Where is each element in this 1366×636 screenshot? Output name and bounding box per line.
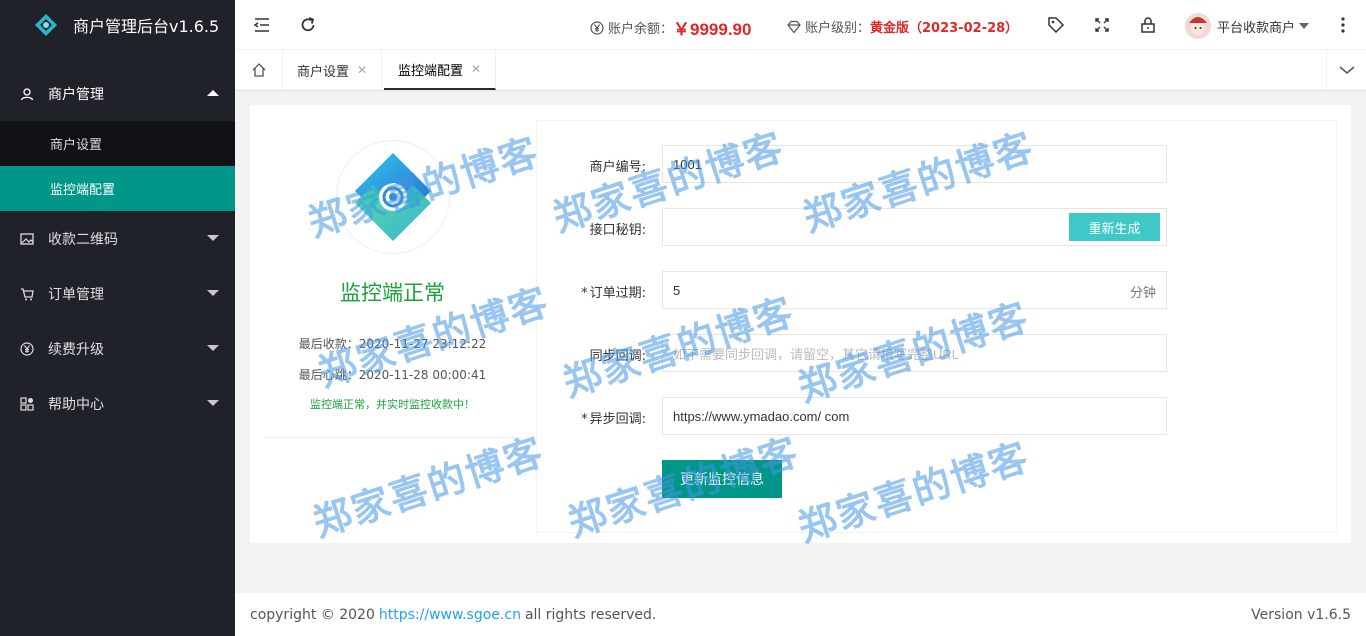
- async-callback-label: * 异步回调:: [566, 408, 646, 427]
- sidebar-subnav: 商户设置 监控端配置: [0, 121, 235, 211]
- more-vertical-icon[interactable]: [1333, 15, 1353, 35]
- apps-icon: [20, 396, 34, 411]
- sidebar-item-label: 收款二维码: [48, 231, 118, 248]
- async-callback-value: https://www.ymadao.com/ com: [673, 408, 850, 424]
- user-name: 平台收款商户: [1217, 20, 1296, 36]
- chevron-down-icon: [207, 400, 219, 406]
- sidebar: 商户管理后台v1.6.5 商户管理 商户设置 监控端配置 收款二维码 订单管理: [0, 0, 235, 636]
- sidebar-item-merchant[interactable]: 商户管理: [0, 66, 235, 121]
- refresh-icon[interactable]: [298, 15, 318, 35]
- sidebar-item-qrcode[interactable]: 收款二维码: [0, 211, 235, 266]
- yen-icon: [20, 341, 34, 356]
- close-icon[interactable]: ✕: [471, 62, 481, 76]
- merchant-id-field[interactable]: 1001: [662, 145, 1167, 183]
- merchant-id-label: 商户编号:: [589, 160, 646, 175]
- user-menu[interactable]: 平台收款商户: [1185, 13, 1310, 39]
- sync-callback-label: 同步回调:: [589, 349, 646, 364]
- tab-bar: 商户设置 ✕ 监控端配置 ✕: [235, 50, 1366, 90]
- last-heartbeat-time: 最后心跳：2020-11-28 00:00:41: [298, 368, 487, 382]
- yen-icon: [590, 20, 604, 35]
- sidebar-item-label: 续费升级: [48, 341, 104, 358]
- monitor-status-message: 监控端正常，并实时监控收款中！: [310, 398, 475, 411]
- balance-label: 账户余额：: [608, 22, 674, 37]
- monitor-status-title: 监控端正常: [340, 281, 445, 305]
- sidebar-item-label: 帮助中心: [48, 396, 104, 413]
- async-callback-label-text: 异步回调:: [589, 412, 646, 427]
- sync-callback-field[interactable]: 如不需要同步回调，请留空，其它请填写完整URL: [662, 334, 1167, 372]
- order-expire-label: * 订单过期:: [566, 282, 646, 301]
- sidebar-item-renew[interactable]: 续费升级: [0, 321, 235, 376]
- rights-text: all rights reserved.: [524, 606, 657, 623]
- balance-value: ￥9999.90: [673, 20, 752, 39]
- level-value: 黄金版（2023-02-28）: [870, 21, 1019, 36]
- cart-icon: [21, 287, 34, 300]
- close-icon[interactable]: ✕: [357, 63, 367, 77]
- tab-label: 商户设置: [297, 64, 350, 80]
- menu-fold-icon[interactable]: [252, 15, 272, 35]
- tag-icon[interactable]: [1046, 15, 1066, 35]
- chevron-down-icon: [207, 345, 219, 351]
- logo[interactable]: 商户管理后台v1.6.5: [0, 0, 235, 50]
- image-icon: [20, 232, 34, 245]
- sync-callback-placeholder: 如不需要同步回调，请留空，其它请填写完整URL: [673, 346, 960, 362]
- account-balance: 账户余额： ￥9999.90: [590, 15, 751, 40]
- user-icon: [20, 87, 34, 100]
- sidebar-item-help[interactable]: 帮助中心: [0, 376, 235, 431]
- lock-icon[interactable]: [1138, 15, 1158, 35]
- tab-merchant-settings[interactable]: 商户设置 ✕: [283, 50, 383, 90]
- footer-link[interactable]: https://www.sgoe.cn: [379, 607, 521, 623]
- chevron-up-icon: [207, 90, 219, 96]
- secret-key-field[interactable]: 重新生成: [662, 208, 1167, 246]
- order-expire-value: 5: [673, 282, 681, 298]
- regenerate-button[interactable]: 重新生成: [1069, 213, 1160, 241]
- secret-key-label: 接口秘钥:: [589, 223, 646, 238]
- diamond-icon: [787, 20, 801, 33]
- sidebar-nav: 商户管理 商户设置 监控端配置 收款二维码 订单管理 续费升级 帮助中心: [0, 66, 235, 431]
- version-text: Version v1.6.5: [1251, 606, 1351, 623]
- fullscreen-icon[interactable]: [1092, 15, 1112, 35]
- required-mark: *: [581, 412, 588, 427]
- app-title: 商户管理后台v1.6.5: [73, 17, 220, 36]
- sidebar-subitem-monitor-config[interactable]: 监控端配置: [0, 166, 235, 211]
- merchant-id-value: 1001: [673, 156, 702, 172]
- sidebar-item-label: 商户管理: [48, 86, 104, 103]
- update-monitor-button[interactable]: 更新监控信息: [662, 460, 782, 498]
- monitor-logo-icon: [355, 153, 431, 241]
- async-callback-field[interactable]: https://www.ymadao.com/ com: [662, 397, 1167, 435]
- tab-more[interactable]: [1326, 50, 1366, 90]
- required-mark: *: [581, 286, 588, 301]
- last-payment-time: 最后收款：2020-11-27 23:12:22: [298, 337, 487, 351]
- footer: copyright © 2020 https://www.sgoe.cn all…: [235, 593, 1366, 636]
- sidebar-subitem-label: 监控端配置: [50, 183, 116, 198]
- sidebar-item-label: 订单管理: [48, 286, 104, 303]
- logo-icon: [35, 14, 57, 36]
- order-expire-field[interactable]: 5 分钟: [662, 271, 1167, 309]
- top-header: 账户余额： ￥9999.90 账户级别： 黄金版（2023-02-28） 平台收…: [235, 0, 1366, 50]
- account-level: 账户级别： 黄金版（2023-02-28）: [787, 17, 1018, 36]
- chevron-down-icon: [1339, 66, 1354, 74]
- home-icon: [252, 63, 265, 77]
- copyright-text: copyright © 2020: [250, 606, 375, 623]
- chevron-down-icon: [207, 235, 219, 241]
- monitor-logo: [336, 140, 450, 254]
- tab-home[interactable]: [235, 50, 283, 90]
- sidebar-subitem-label: 商户设置: [50, 138, 103, 153]
- tab-label: 监控端配置: [398, 63, 464, 79]
- sidebar-item-orders[interactable]: 订单管理: [0, 266, 235, 321]
- chevron-down-icon: [207, 290, 219, 296]
- chevron-down-icon: [1299, 23, 1310, 29]
- tab-monitor-config[interactable]: 监控端配置 ✕: [384, 50, 497, 90]
- avatar: [1185, 13, 1211, 39]
- level-label: 账户级别：: [805, 21, 871, 36]
- order-expire-unit: 分钟: [1129, 285, 1156, 300]
- sidebar-subitem-merchant-settings[interactable]: 商户设置: [0, 121, 235, 166]
- order-expire-label-text: 订单过期:: [589, 286, 646, 301]
